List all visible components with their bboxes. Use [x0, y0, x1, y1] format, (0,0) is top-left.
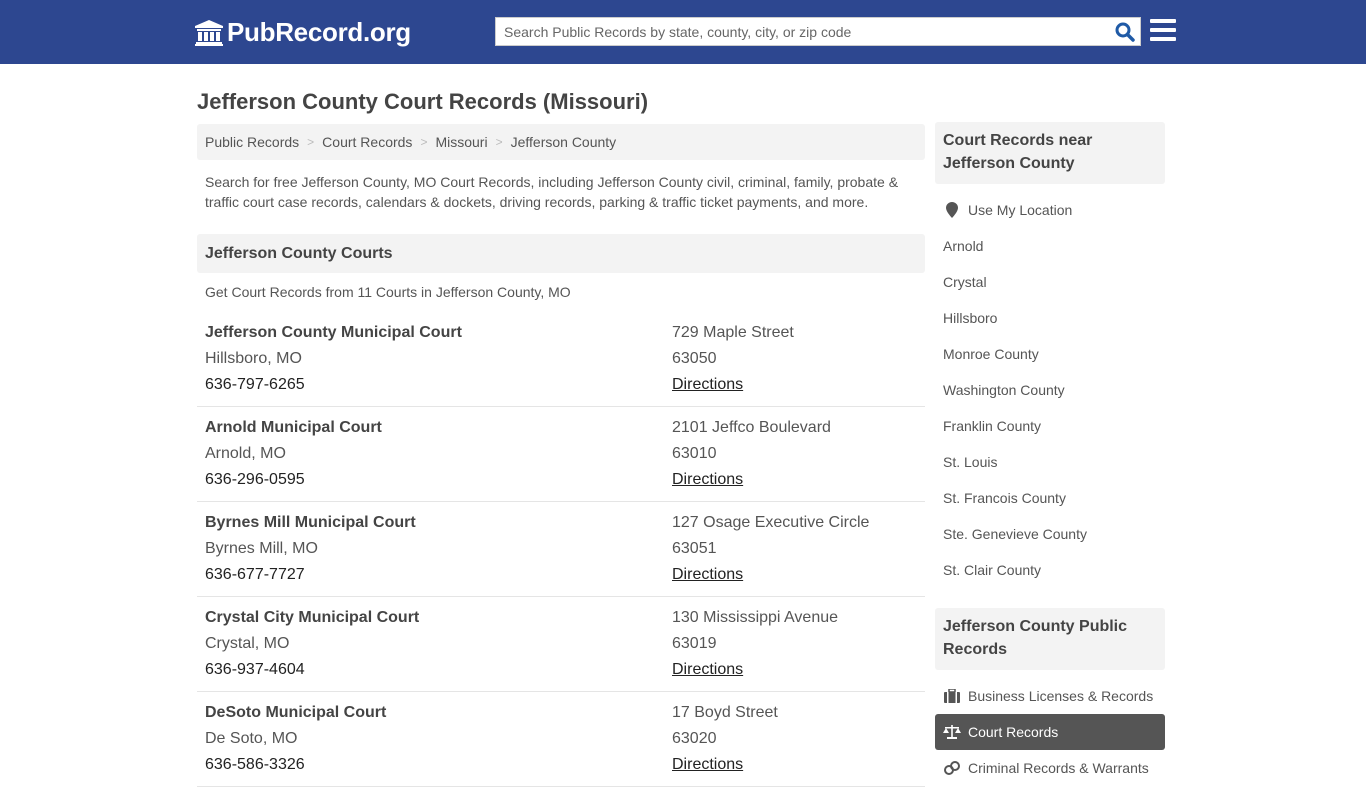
courts-section-title: Jefferson County Courts: [197, 234, 925, 273]
nearby-item[interactable]: Arnold: [935, 228, 1165, 264]
court-name: Jefferson County Municipal Court: [205, 324, 462, 341]
directions-link[interactable]: Directions: [672, 376, 743, 393]
intro-text: Search for free Jefferson County, MO Cou…: [205, 174, 899, 210]
menu-bar: [1150, 37, 1176, 41]
search-bar: [495, 17, 1141, 46]
court-name: Crystal City Municipal Court: [205, 609, 420, 626]
nearby-item[interactable]: St. Louis: [935, 444, 1165, 480]
directions-link[interactable]: Directions: [672, 471, 743, 488]
breadcrumb-separator: >: [495, 135, 503, 149]
public-records-item-criminal[interactable]: Criminal Records & Warrants: [935, 750, 1165, 786]
breadcrumb-court-records[interactable]: Court Records: [322, 134, 412, 150]
court-phone[interactable]: 636-677-7727: [205, 562, 672, 588]
court-item: DeSoto Municipal Court De Soto, MO 636-5…: [197, 692, 925, 787]
item-label: Criminal Records & Warrants: [968, 760, 1149, 776]
court-phone[interactable]: 636-586-3326: [205, 752, 672, 778]
court-item: Byrnes Mill Municipal Court Byrnes Mill,…: [197, 502, 925, 597]
breadcrumb: Public Records > Court Records > Missour…: [197, 124, 925, 160]
court-city: Byrnes Mill, MO: [205, 540, 318, 557]
use-my-location-link[interactable]: Use My Location: [935, 192, 1165, 228]
handcuffs-icon: [943, 760, 961, 776]
court-phone[interactable]: 636-797-6265: [205, 372, 672, 398]
court-list: Jefferson County Municipal Court Hillsbo…: [197, 312, 925, 787]
item-label: Business Licenses & Records: [968, 688, 1154, 704]
menu-bar: [1150, 28, 1176, 32]
nearby-item[interactable]: Hillsboro: [935, 300, 1165, 336]
use-my-location-label: Use My Location: [968, 202, 1073, 218]
nearby-item[interactable]: Washington County: [935, 372, 1165, 408]
breadcrumb-separator: >: [420, 135, 428, 149]
breadcrumb-jefferson-county[interactable]: Jefferson County: [511, 134, 617, 150]
breadcrumb-public-records[interactable]: Public Records: [205, 134, 299, 150]
public-records-item-business[interactable]: Business Licenses & Records: [935, 678, 1165, 714]
search-input[interactable]: [496, 18, 1110, 45]
page-title: Jefferson County Court Records (Missouri…: [197, 89, 649, 114]
court-item: Crystal City Municipal Court Crystal, MO…: [197, 597, 925, 692]
court-city: De Soto, MO: [205, 730, 298, 747]
breadcrumb-separator: >: [307, 135, 315, 149]
court-zip: 63051: [672, 540, 717, 557]
hamburger-menu-button[interactable]: [1150, 19, 1176, 41]
item-label: Court Records: [968, 724, 1059, 740]
court-zip: 63019: [672, 635, 717, 652]
directions-link[interactable]: Directions: [672, 756, 743, 773]
court-address: 2101 Jeffco Boulevard: [672, 419, 831, 436]
court-address: 127 Osage Executive Circle: [672, 514, 870, 531]
court-phone[interactable]: 636-937-4604: [205, 657, 672, 683]
court-address: 729 Maple Street: [672, 324, 794, 341]
map-marker-icon: [943, 202, 961, 218]
court-city: Arnold, MO: [205, 445, 286, 462]
search-button[interactable]: [1110, 18, 1140, 46]
nearby-item[interactable]: Ste. Genevieve County: [935, 516, 1165, 552]
scale-icon: [943, 724, 961, 740]
nearby-section-title: Court Records near Jefferson County: [935, 122, 1165, 184]
courthouse-icon: [195, 19, 223, 46]
sidebar: Court Records near Jefferson County Use …: [935, 122, 1165, 786]
directions-link[interactable]: Directions: [672, 661, 743, 678]
courts-section-subtitle: Get Court Records from 11 Courts in Jeff…: [205, 284, 571, 300]
court-zip: 63020: [672, 730, 717, 747]
site-logo[interactable]: PubRecord.org: [195, 17, 411, 48]
breadcrumb-missouri[interactable]: Missouri: [435, 134, 487, 150]
nearby-list: Use My Location Arnold Crystal Hillsboro…: [935, 192, 1165, 588]
nearby-item[interactable]: Crystal: [935, 264, 1165, 300]
main-column: Public Records > Court Records > Missour…: [197, 124, 925, 787]
court-zip: 63010: [672, 445, 717, 462]
nearby-item[interactable]: Monroe County: [935, 336, 1165, 372]
court-name: Arnold Municipal Court: [205, 419, 382, 436]
nearby-item[interactable]: St. Francois County: [935, 480, 1165, 516]
nearby-item[interactable]: St. Clair County: [935, 552, 1165, 588]
court-zip: 63050: [672, 350, 717, 367]
court-city: Hillsboro, MO: [205, 350, 302, 367]
court-name: DeSoto Municipal Court: [205, 704, 387, 721]
court-name: Byrnes Mill Municipal Court: [205, 514, 416, 531]
briefcase-icon: [943, 688, 961, 704]
menu-bar: [1150, 19, 1176, 23]
court-address: 130 Mississippi Avenue: [672, 609, 839, 626]
court-city: Crystal, MO: [205, 635, 290, 652]
nearby-item[interactable]: Franklin County: [935, 408, 1165, 444]
public-records-section-title: Jefferson County Public Records: [935, 608, 1165, 670]
court-item: Jefferson County Municipal Court Hillsbo…: [197, 312, 925, 407]
court-address: 17 Boyd Street: [672, 704, 778, 721]
court-phone[interactable]: 636-296-0595: [205, 467, 672, 493]
directions-link[interactable]: Directions: [672, 566, 743, 583]
court-item: Arnold Municipal Court Arnold, MO 636-29…: [197, 407, 925, 502]
public-records-list: Business Licenses & Records Court Record…: [935, 678, 1165, 786]
logo-text: PubRecord.org: [227, 17, 411, 47]
search-icon: [1115, 22, 1135, 42]
top-navbar: PubRecord.org: [0, 0, 1366, 64]
public-records-item-court[interactable]: Court Records: [935, 714, 1165, 750]
